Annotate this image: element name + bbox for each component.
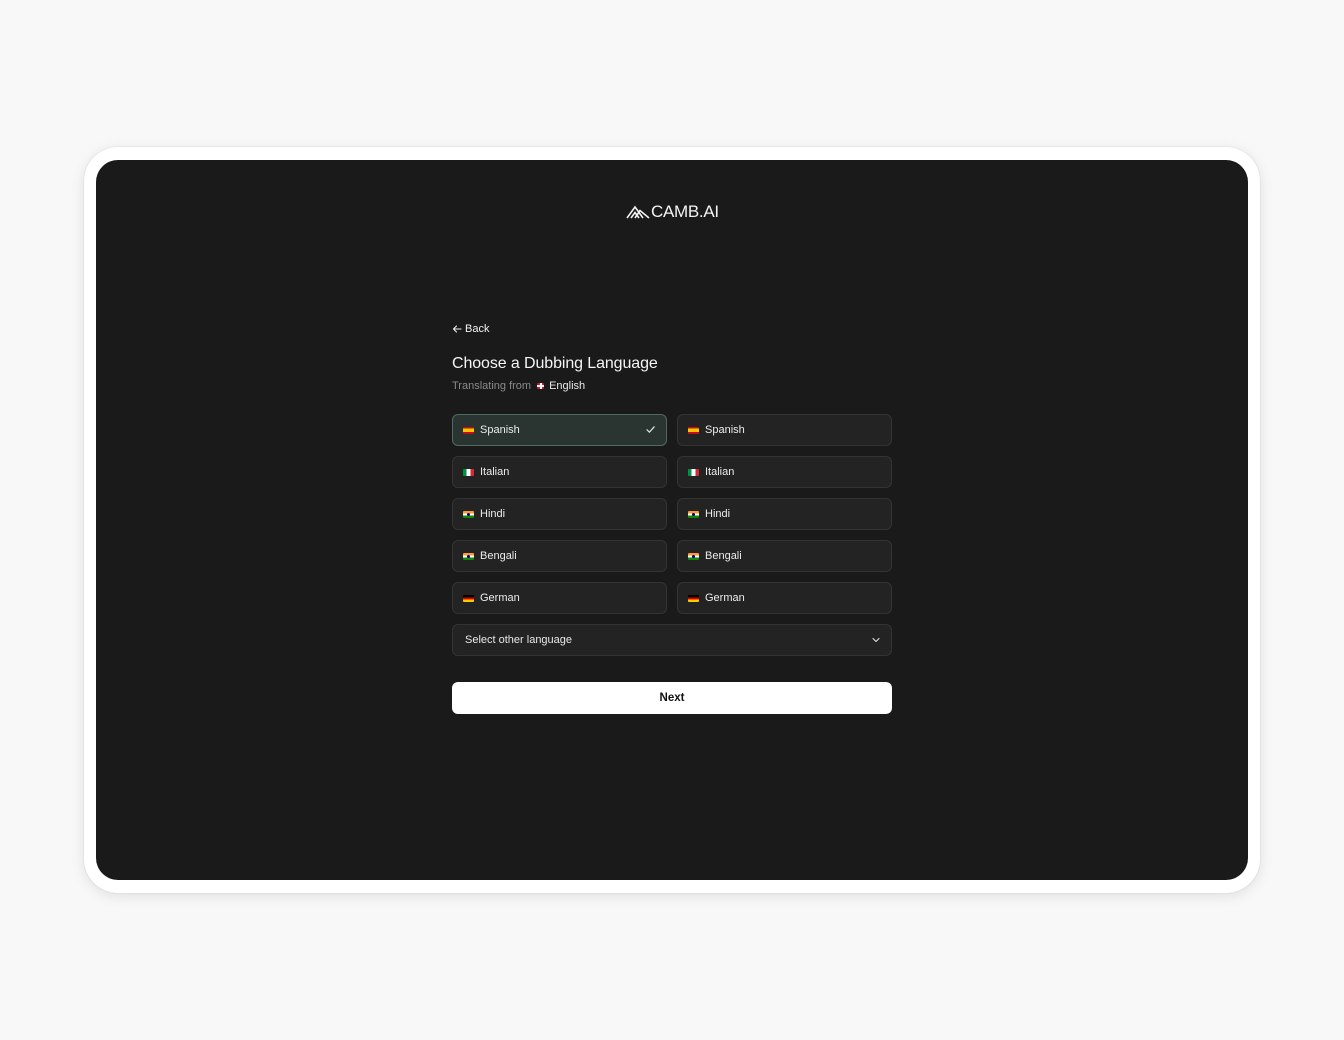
language-option-italian-2[interactable]: Italian: [677, 456, 892, 488]
language-option-label: Spanish: [480, 424, 520, 436]
check-icon: [646, 426, 655, 433]
next-button[interactable]: Next: [452, 682, 892, 714]
language-option-label: Italian: [480, 466, 510, 478]
flag-in-icon: [688, 510, 699, 518]
flag-it-icon: [463, 468, 474, 476]
brand-logo: CAMB.AI: [626, 202, 719, 222]
other-language-label: Select other language: [465, 634, 573, 646]
source-language-label: English: [549, 380, 586, 392]
arrow-left-icon: [452, 325, 462, 333]
language-option-label: Bengali: [480, 550, 517, 562]
flag-de-icon: [688, 594, 699, 602]
language-option-italian-1[interactable]: Italian: [452, 456, 667, 488]
flag-es-icon: [463, 426, 474, 434]
flag-it-icon: [688, 468, 699, 476]
translating-from: Translating from English: [452, 380, 892, 392]
language-option-label: Hindi: [480, 508, 506, 520]
page-title: Choose a Dubbing Language: [452, 355, 658, 372]
brand-name: CAMB.AI: [651, 202, 719, 221]
language-option-label: German: [480, 592, 520, 604]
flag-in-icon: [463, 552, 474, 560]
language-option-german-2[interactable]: German: [677, 582, 892, 614]
flag-es-icon: [688, 426, 699, 434]
language-option-label: German: [705, 592, 745, 604]
source-language: English: [537, 380, 585, 392]
language-options-grid: Spanish Spanish Italian Italian Hindi Hi…: [452, 414, 892, 614]
chevron-down-icon: [872, 637, 880, 643]
flag-gb-icon: [537, 383, 545, 389]
app-screen: CAMB.AI Back Choose a Dubbing Language T…: [96, 160, 1248, 880]
subtitle-prefix: Translating from: [452, 380, 532, 392]
flag-de-icon: [463, 594, 474, 602]
language-option-spanish-2[interactable]: Spanish: [677, 414, 892, 446]
language-option-label: Italian: [705, 466, 735, 478]
language-option-label: Spanish: [705, 424, 745, 436]
flag-in-icon: [688, 552, 699, 560]
language-option-label: Hindi: [705, 508, 731, 520]
flag-in-icon: [463, 510, 474, 518]
language-option-label: Bengali: [705, 550, 742, 562]
language-option-german-1[interactable]: German: [452, 582, 667, 614]
language-option-spanish-1[interactable]: Spanish: [452, 414, 667, 446]
camb-mountain-logo-icon: [626, 205, 650, 219]
language-option-hindi-2[interactable]: Hindi: [677, 498, 892, 530]
other-language-select[interactable]: Select other language: [452, 624, 892, 656]
device-frame: CAMB.AI Back Choose a Dubbing Language T…: [84, 147, 1260, 893]
language-option-bengali-2[interactable]: Bengali: [677, 540, 892, 572]
back-button[interactable]: Back: [452, 321, 489, 337]
language-option-hindi-1[interactable]: Hindi: [452, 498, 667, 530]
back-label: Back: [465, 323, 490, 335]
language-picker-panel: Back Choose a Dubbing Language Translati…: [452, 321, 892, 714]
language-option-bengali-1[interactable]: Bengali: [452, 540, 667, 572]
